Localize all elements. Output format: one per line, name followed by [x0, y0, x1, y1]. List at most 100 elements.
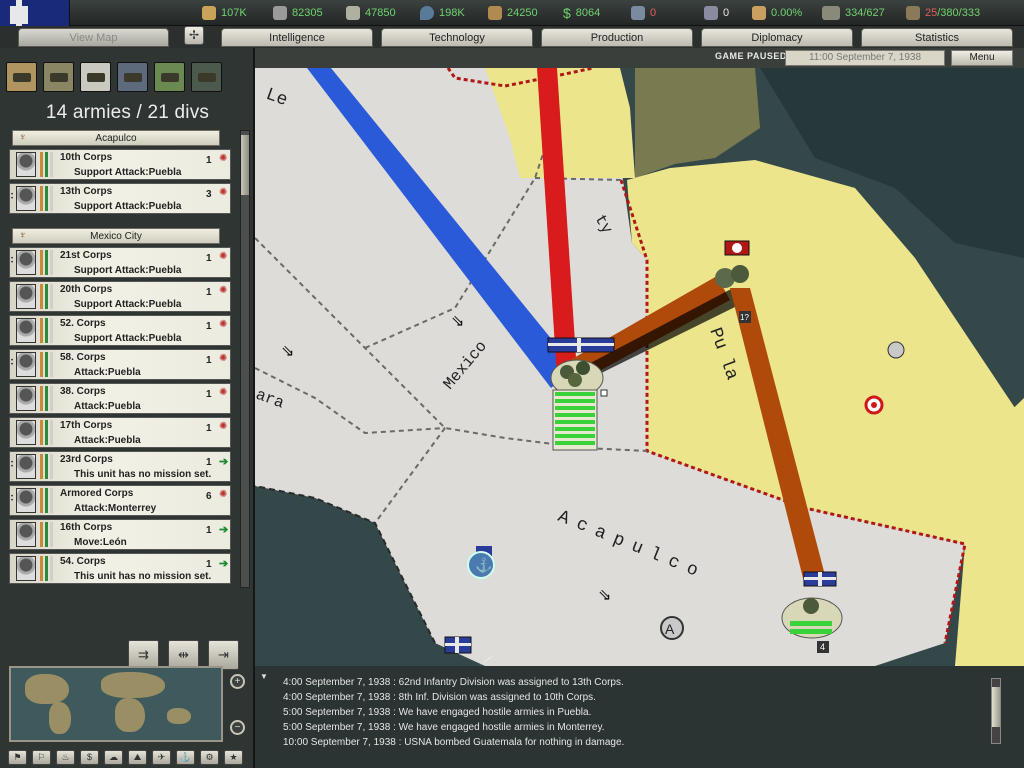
- commander-portrait: [16, 352, 36, 377]
- attack-star-icon: ✺: [219, 489, 228, 500]
- map-mode-toolbar: ⚑ ⚐ ♨ $ ☁ ⛰ ✈ ⚓ ⚙ ★: [8, 750, 243, 765]
- naval-filter-icon[interactable]: [117, 62, 148, 92]
- unit-row[interactable]: • • 21st Corps Support Attack:Puebla 1 ✺: [9, 247, 231, 278]
- transport-filter-icon[interactable]: [191, 62, 222, 92]
- commander-portrait: [16, 522, 36, 547]
- tab-technology[interactable]: Technology: [381, 28, 533, 47]
- unit-row[interactable]: 17th Corps Attack:Puebla 1 ✺: [9, 417, 231, 448]
- metal-icon: [273, 6, 287, 20]
- scrollbar-thumb[interactable]: [992, 687, 1000, 727]
- map-canvas[interactable]: Le ty Mexico ara Pu la Acapulco ⇘ ⇘ ⇘ 1?…: [255, 68, 1024, 666]
- movement-marker-icon: ⇘: [281, 343, 294, 360]
- manpower-resource[interactable]: 0: [631, 0, 656, 26]
- movement-marker-icon: ⇘: [451, 313, 464, 330]
- scrollbar-thumb[interactable]: [241, 135, 249, 195]
- attack-star-icon: ✺: [219, 387, 228, 398]
- manpower-icon: [631, 6, 645, 20]
- log-entry: 5:00 September 7, 1938 : We have engaged…: [283, 722, 605, 733]
- flag-map-icon[interactable]: ⚑: [8, 750, 27, 765]
- zoom-out-button[interactable]: −: [230, 720, 245, 735]
- commander-portrait: [16, 152, 36, 177]
- unit-row[interactable]: 16th Corps Move:León 1 ➔: [9, 519, 231, 550]
- unit-row[interactable]: • • 58. Corps Attack:Puebla 1 ✺: [9, 349, 231, 380]
- industry-icon: [906, 6, 920, 20]
- world-map[interactable]: Le ty Mexico ara Pu la Acapulco ⇘ ⇘ ⇘ 1?…: [255, 68, 1024, 666]
- armor-filter-icon[interactable]: [43, 62, 74, 92]
- attack-star-icon: ✺: [219, 421, 228, 432]
- energy-icon: [202, 6, 216, 20]
- log-scrollbar[interactable]: [991, 678, 1001, 744]
- status-row: GAME PAUSED 11:00 September 7, 1938 Menu: [255, 48, 1024, 68]
- army-list-panel: 14 armies / 21 divs ♆ Acapulco 10th Corp…: [0, 48, 255, 768]
- event-log: ▼ 4:00 September 7, 1938 : 62nd Infantry…: [255, 666, 1024, 768]
- oil-resource[interactable]: 198K: [420, 0, 465, 26]
- diplomacy-icon: [704, 6, 718, 20]
- supply-map-icon[interactable]: ♨: [56, 750, 75, 765]
- group-header-acapulco[interactable]: ♆ Acapulco: [12, 130, 220, 146]
- game-screen: 107K 82305 47850 198K 24250 $ 8064 0 0 0…: [0, 0, 1024, 768]
- unit-row[interactable]: 52. Corps Support Attack:Puebla 1 ✺: [9, 315, 231, 346]
- game-date[interactable]: 11:00 September 7, 1938: [785, 50, 945, 66]
- supplies-resource[interactable]: 24250: [488, 0, 538, 26]
- stack-count-badge: 1?: [740, 313, 749, 322]
- log-collapse-icon[interactable]: ▼: [260, 672, 268, 681]
- attack-star-icon: ✺: [219, 353, 228, 364]
- metal-resource[interactable]: 82305: [273, 0, 323, 26]
- tab-production[interactable]: Production: [541, 28, 693, 47]
- minimap[interactable]: [9, 666, 223, 742]
- resource-bar: 107K 82305 47850 198K 24250 $ 8064 0 0 0…: [0, 0, 1024, 26]
- attack-star-icon: ✺: [219, 187, 228, 198]
- terrain-map-icon[interactable]: ⛰: [128, 750, 147, 765]
- unit-row[interactable]: • • 13th Corps Support Attack:Puebla 3 ✺: [9, 183, 231, 214]
- group-header-mexico-city[interactable]: ♆ Mexico City: [12, 228, 220, 244]
- commander-portrait: [16, 284, 36, 309]
- unit-row[interactable]: • • Armored Corps Attack:Monterrey 6 ✺: [9, 485, 231, 516]
- unit-row[interactable]: • • 23rd Corps This unit has no mission s…: [9, 451, 231, 482]
- commander-portrait: [16, 186, 36, 211]
- unit-row[interactable]: 10th Corps Support Attack:Puebla 1 ✺: [9, 149, 231, 180]
- resource-map-icon[interactable]: $: [80, 750, 99, 765]
- tab-diplomacy[interactable]: Diplomacy: [701, 28, 853, 47]
- attack-star-icon: ✺: [219, 153, 228, 164]
- dissent-resource[interactable]: 0.00%: [752, 0, 802, 26]
- unit-row[interactable]: 54. Corps This unit has no mission set. …: [9, 553, 231, 584]
- army-list-scrollbar[interactable]: [240, 130, 250, 588]
- commander-portrait: [16, 386, 36, 411]
- weather-map-icon[interactable]: ☁: [104, 750, 123, 765]
- settings-map-icon[interactable]: ⚙: [200, 750, 219, 765]
- log-entry: 4:00 September 7, 1938 : 62nd Infantry D…: [283, 677, 624, 688]
- tab-intelligence[interactable]: Intelligence: [221, 28, 373, 47]
- political-map-icon[interactable]: ⚐: [32, 750, 51, 765]
- stack-count-badge: 4: [820, 642, 825, 652]
- air-map-icon[interactable]: ✈: [152, 750, 171, 765]
- combat-filter-icon[interactable]: [154, 62, 185, 92]
- unit-filter-row: [6, 62, 222, 92]
- transport-resource[interactable]: 334/627: [822, 0, 885, 26]
- menu-button[interactable]: Menu: [951, 50, 1013, 66]
- transport-icon: [822, 6, 840, 20]
- zoom-in-button[interactable]: +: [230, 674, 245, 689]
- movement-marker-icon: ⇘: [598, 587, 611, 604]
- log-entry: 10:00 September 7, 1938 : USNA bombed Gu…: [283, 737, 625, 748]
- commander-portrait: [16, 250, 36, 275]
- target-marker-icon[interactable]: [887, 341, 905, 359]
- air-filter-icon[interactable]: [80, 62, 111, 92]
- attack-star-icon: ✺: [219, 251, 228, 262]
- commander-portrait: [16, 556, 36, 581]
- tab-view-map[interactable]: View Map: [18, 28, 169, 47]
- svg-text:⚓: ⚓: [475, 557, 492, 574]
- unit-row[interactable]: 38. Corps Attack:Puebla 1 ✺: [9, 383, 231, 414]
- star-map-icon[interactable]: ★: [224, 750, 243, 765]
- money-resource[interactable]: $ 8064: [563, 0, 600, 26]
- blue-flag-marker[interactable]: [444, 636, 472, 654]
- map-mode-button[interactable]: ✢: [184, 26, 204, 45]
- diplomacy-resource[interactable]: 0: [704, 0, 729, 26]
- rare-materials-resource[interactable]: 47850: [346, 0, 396, 26]
- energy-resource[interactable]: 107K: [202, 0, 247, 26]
- unit-row[interactable]: 20th Corps Support Attack:Puebla 1 ✺: [9, 281, 231, 312]
- tab-statistics[interactable]: Statistics: [861, 28, 1013, 47]
- commander-portrait: [16, 454, 36, 479]
- industry-resource[interactable]: 25/380/333: [906, 0, 980, 26]
- infantry-filter-icon[interactable]: [6, 62, 37, 92]
- naval-map-icon[interactable]: ⚓: [176, 750, 195, 765]
